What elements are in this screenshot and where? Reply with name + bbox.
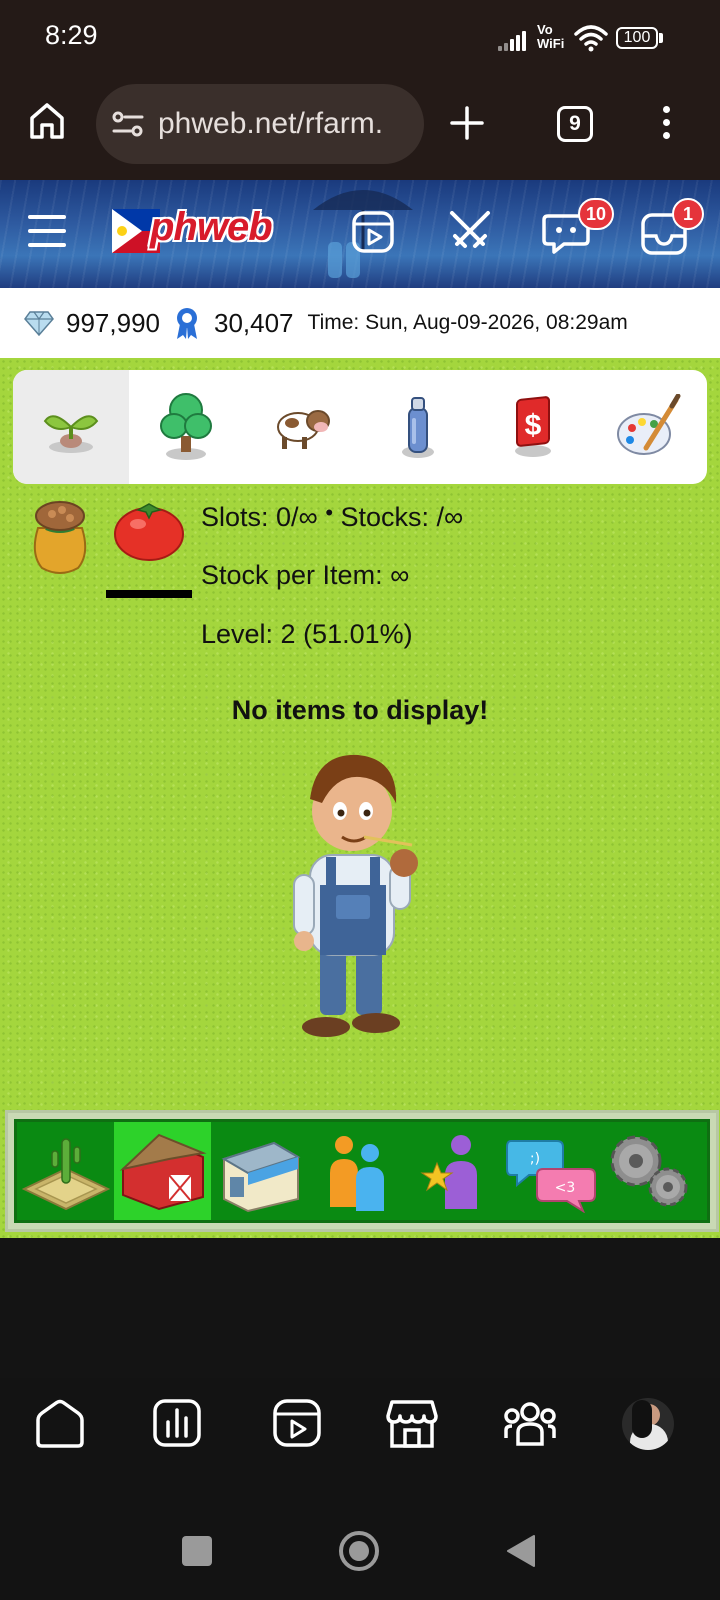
svg-text:<3: <3 <box>554 1180 575 1196</box>
logo-text: phweb <box>150 205 273 249</box>
category-tabs: $ <box>13 370 707 484</box>
stock-per-item-label: Stock per Item: ∞ <box>201 560 410 590</box>
farmer-illustration <box>293 754 418 1037</box>
app-home-icon[interactable] <box>34 1398 86 1450</box>
url-bar[interactable]: phweb.net/rfarm. <box>96 84 424 164</box>
tab-decor[interactable] <box>591 370 707 484</box>
stats-chart-icon[interactable] <box>152 1398 202 1448</box>
tab-animals[interactable] <box>244 370 360 484</box>
back-icon[interactable] <box>506 1534 536 1568</box>
site-header: phweb 10 1 <box>0 180 720 288</box>
home-icon[interactable] <box>28 101 66 141</box>
diamond-count: 997,990 <box>66 307 160 338</box>
tab-cash[interactable]: $ <box>475 370 591 484</box>
svg-text:$: $ <box>525 409 542 442</box>
recents-icon[interactable] <box>182 1536 212 1566</box>
selected-underline <box>106 590 192 598</box>
chat-bubbles-icon: <3 ;) <box>505 1140 596 1213</box>
tab-seeds[interactable] <box>13 370 129 484</box>
spray-can-icon <box>401 397 434 458</box>
chat-badge: 10 <box>578 198 614 230</box>
home-circle-icon[interactable] <box>339 1531 379 1571</box>
app-video-icon[interactable] <box>272 1398 322 1448</box>
bullet-separator: • <box>325 500 334 525</box>
stats-bar: 997,990 30,407 Time: Sun, Aug-09-2026, 0… <box>0 288 720 358</box>
level-label: Level: 2 (51.01%) <box>201 619 413 649</box>
url-text: phweb.net/rfarm. <box>158 107 384 140</box>
dollar-sign-icon: $ <box>515 396 552 457</box>
farm-plot-icon <box>21 1138 110 1211</box>
nav-settings[interactable] <box>599 1122 696 1220</box>
stocks-label: Stocks: /∞ <box>340 502 464 532</box>
tomato-icon[interactable] <box>112 498 186 562</box>
signal-icon <box>498 31 532 51</box>
crossed-swords-icon[interactable] <box>447 208 493 254</box>
friends-icon <box>329 1136 384 1211</box>
nav-friends[interactable] <box>308 1122 405 1220</box>
tab-trees[interactable] <box>129 370 245 484</box>
seedling-icon <box>43 415 99 453</box>
inbox-badge: 1 <box>672 198 704 230</box>
medal-count: 30,407 <box>213 307 294 338</box>
nav-barn[interactable] <box>114 1122 211 1220</box>
seed-bag-icon[interactable] <box>26 498 94 576</box>
slots-stocks-line: Slots: 0/∞ • Stocks: /∞ <box>201 500 463 533</box>
groups-icon[interactable] <box>502 1398 558 1448</box>
wifi-icon <box>574 25 608 52</box>
status-bar: 8:29 Vo WiFi 100 <box>0 0 720 80</box>
svg-text:;): ;) <box>529 1151 539 1167</box>
nav-farm[interactable] <box>17 1122 114 1220</box>
settings-gears-icon <box>610 1135 687 1207</box>
battery-icon: 100 <box>616 27 658 49</box>
marketplace-icon[interactable] <box>386 1398 438 1450</box>
system-nav-bar <box>0 1512 720 1600</box>
phweb-logo[interactable]: phweb <box>112 205 292 255</box>
page-blank-area <box>0 1238 720 1378</box>
diamond-icon <box>24 311 54 336</box>
overflow-menu-icon[interactable] <box>663 106 671 142</box>
tree-icon <box>160 393 213 460</box>
battery-tip <box>659 33 663 43</box>
shop-icon <box>221 1141 300 1213</box>
empty-message: No items to display! <box>231 695 489 725</box>
vowifi-label: Vo WiFi <box>537 22 565 51</box>
profile-avatar[interactable] <box>622 1398 674 1450</box>
menu-icon[interactable] <box>28 215 66 249</box>
cow-icon <box>276 410 330 449</box>
tab-switcher-button[interactable]: 9 <box>557 106 593 142</box>
barn-icon <box>119 1133 207 1211</box>
paint-palette-icon <box>616 394 681 455</box>
status-time: 8:29 <box>45 20 98 50</box>
nav-shop[interactable] <box>211 1122 308 1220</box>
video-icon[interactable] <box>351 210 395 254</box>
new-tab-icon[interactable] <box>450 106 484 140</box>
nav-favorites[interactable] <box>405 1122 502 1220</box>
star-user-icon <box>419 1135 477 1209</box>
game-nav: <3 ;) <box>5 1110 719 1232</box>
server-time: Time: Sun, Aug-09-2026, 08:29am <box>307 311 628 334</box>
tab-tools[interactable] <box>360 370 476 484</box>
nav-messages[interactable]: <3 ;) <box>502 1122 599 1220</box>
site-settings-icon[interactable] <box>112 110 144 138</box>
medal-icon <box>176 308 197 339</box>
slots-label: Slots: 0/∞ <box>201 502 318 532</box>
app-bottom-nav <box>0 1378 720 1512</box>
